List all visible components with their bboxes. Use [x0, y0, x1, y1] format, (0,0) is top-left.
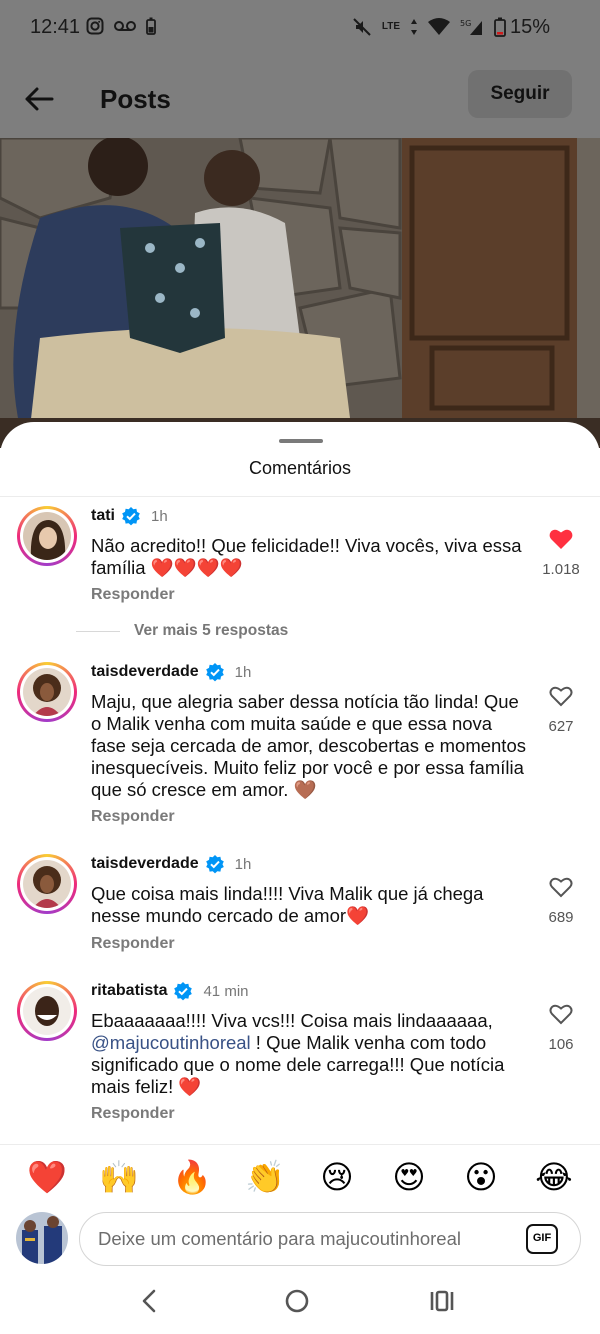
- emoji-raised-hands[interactable]: 🙌: [99, 1157, 139, 1197]
- comment-time: 1h: [234, 663, 252, 681]
- heart-outline-icon: [549, 877, 573, 898]
- sheet-divider: [0, 496, 600, 497]
- back-arrow-icon[interactable]: [22, 82, 56, 116]
- page-title: Posts: [100, 84, 171, 114]
- reply-button[interactable]: Responder: [91, 1105, 175, 1123]
- avatar[interactable]: [17, 854, 77, 914]
- post-header: Posts Seguir: [0, 60, 600, 138]
- battery-percent: 15%: [509, 16, 550, 38]
- comment-username[interactable]: taisdeverdade: [91, 663, 199, 681]
- like-count: 627: [548, 718, 574, 735]
- comment-username[interactable]: tati: [91, 507, 115, 525]
- heart-outline-icon: [549, 686, 573, 707]
- nav-back-icon[interactable]: [133, 1284, 167, 1318]
- view-more-replies-label: Ver mais 5 respostas: [134, 622, 289, 639]
- comment-time: 1h: [151, 507, 168, 525]
- avatar[interactable]: [17, 662, 77, 722]
- emoji-fire[interactable]: 🔥: [172, 1157, 212, 1197]
- emoji-clap[interactable]: 👏: [245, 1157, 285, 1197]
- verified-badge-icon: [205, 855, 224, 874]
- battery-saver-icon: [146, 17, 156, 35]
- mention-link[interactable]: @majucoutinhoreal: [91, 1032, 251, 1053]
- comment-text: Que coisa mais linda!!!! Viva Malik que …: [91, 883, 484, 926]
- wifi-icon: [428, 18, 450, 35]
- comment-text: Ebaaaaaaa!!!! Viva vcs!!! Coisa mais lin…: [91, 1010, 531, 1098]
- heart-outline-icon: [549, 1004, 573, 1025]
- voicemail-icon: [114, 21, 136, 31]
- nav-recents-icon[interactable]: [425, 1284, 459, 1318]
- signal-5g-icon: 5G: [460, 19, 482, 35]
- post-photo: [0, 138, 600, 448]
- like-button[interactable]: 106: [540, 1003, 582, 1053]
- verified-badge-icon: [174, 982, 193, 1001]
- reply-button[interactable]: Responder: [91, 935, 175, 953]
- status-bar: 12:41 LTE 5G 15%: [0, 0, 600, 60]
- heart-filled-icon: [549, 529, 573, 549]
- avatar[interactable]: [17, 981, 77, 1041]
- emoji-laughing[interactable]: 😂: [534, 1157, 574, 1197]
- like-button[interactable]: 627: [540, 685, 582, 735]
- battery-icon: [494, 17, 506, 37]
- avatar[interactable]: [17, 506, 77, 566]
- view-more-replies[interactable]: Ver mais 5 respostas: [76, 622, 288, 640]
- comment-text: Maju, que alegria saber dessa notícia tã…: [91, 691, 526, 800]
- emoji-reaction-bar: ❤️ 🙌 🔥 👏 😢 😍 😮 😂: [0, 1144, 600, 1208]
- volte-indicator: LTE: [381, 21, 400, 32]
- verified-badge-icon: [122, 507, 140, 526]
- verified-badge-icon: [205, 663, 224, 682]
- like-button[interactable]: 689: [540, 876, 582, 926]
- instagram-notification-icon: [86, 17, 104, 35]
- comment-text-part: Ebaaaaaaa!!!! Viva vcs!!! Coisa mais lin…: [91, 1010, 493, 1031]
- status-time: 12:41: [30, 16, 81, 38]
- emoji-heart[interactable]: ❤️: [27, 1157, 67, 1197]
- like-button[interactable]: 1.018: [540, 528, 582, 578]
- sheet-title: Comentários: [248, 458, 352, 478]
- comment-time: 1h: [234, 855, 252, 873]
- svg-text:5G: 5G: [460, 19, 471, 28]
- emoji-crying[interactable]: 😢: [317, 1157, 357, 1197]
- like-count: 689: [548, 909, 574, 926]
- reply-button[interactable]: Responder: [91, 808, 175, 826]
- emoji-heart-eyes[interactable]: 😍: [389, 1157, 429, 1197]
- gif-button[interactable]: GIF: [526, 1224, 558, 1254]
- reply-button[interactable]: Responder: [91, 586, 175, 604]
- reply-thread-line: [76, 630, 120, 632]
- comment-username[interactable]: ritabatista: [91, 982, 167, 1000]
- like-count: 106: [548, 1036, 574, 1053]
- nav-home-icon[interactable]: [280, 1284, 314, 1318]
- follow-button[interactable]: Seguir: [468, 70, 572, 118]
- current-user-avatar: [16, 1212, 68, 1264]
- comment-text: Não acredito!! Que felicidade!! Viva voc…: [91, 535, 522, 578]
- like-count: 1.018: [542, 561, 580, 578]
- data-arrows-icon: [411, 19, 417, 35]
- comment-composer: Deixe um comentário para majucoutinhorea…: [0, 1208, 600, 1268]
- emoji-surprised[interactable]: 😮: [461, 1157, 501, 1197]
- comment-input[interactable]: Deixe um comentário para majucoutinhorea…: [79, 1212, 581, 1266]
- mute-icon: [353, 18, 371, 36]
- comment-time: 41 min: [203, 982, 249, 1000]
- post-image: [0, 138, 600, 448]
- sheet-drag-handle[interactable]: [279, 439, 323, 443]
- system-nav-bar: [0, 1268, 600, 1334]
- comment-username[interactable]: taisdeverdade: [91, 855, 199, 873]
- comment-input-placeholder: Deixe um comentário para majucoutinhorea…: [98, 1228, 461, 1249]
